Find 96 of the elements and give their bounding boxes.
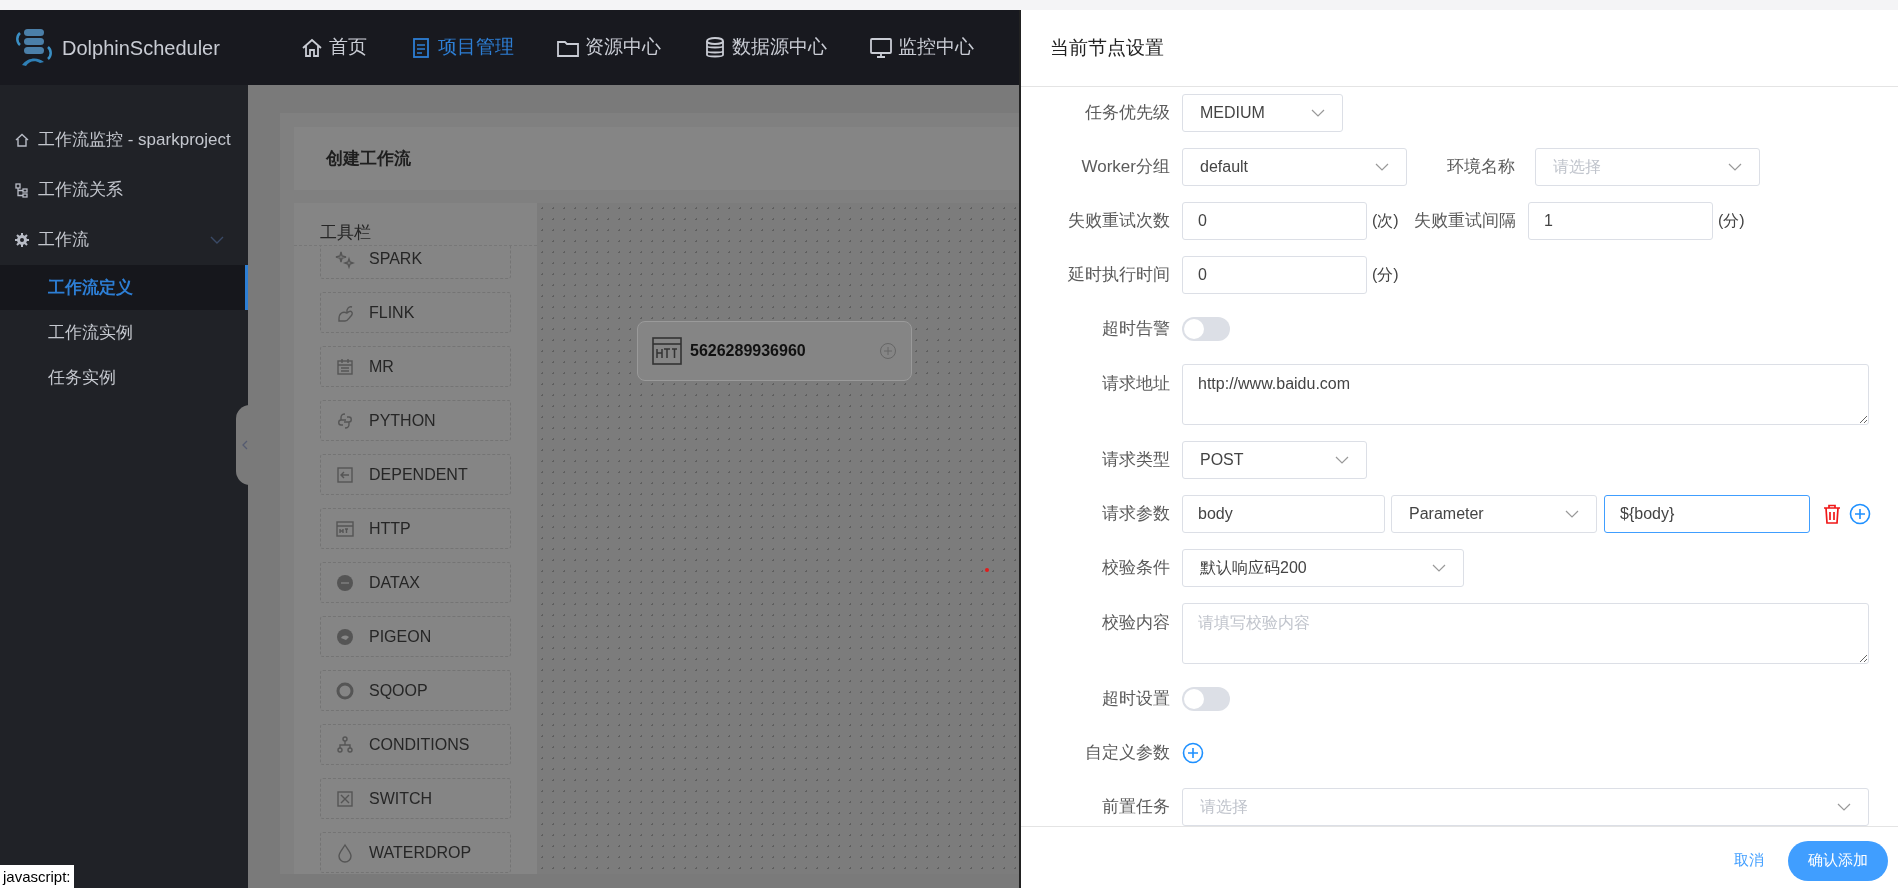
tool-item[interactable]: SWITCH <box>320 778 511 819</box>
field-label: 前置任务 <box>1101 796 1171 819</box>
field-label: 请求地址 <box>1101 373 1171 395</box>
unit-label: (次) <box>1372 211 1400 231</box>
circle-icon <box>335 572 355 593</box>
tool-item[interactable]: WATERDROP <box>320 832 511 873</box>
field-label: 环境名称 <box>1446 156 1516 179</box>
brand-name: DolphinScheduler <box>62 35 220 61</box>
sidebar-subitem[interactable]: 工作流定义 <box>0 265 248 310</box>
select-field[interactable]: POST <box>1182 441 1367 479</box>
input-field[interactable]: ${body} <box>1604 495 1810 533</box>
sidebar-item[interactable]: 工作流监控 - sparkproject <box>0 115 248 165</box>
tool-item[interactable]: PYTHON <box>320 400 511 441</box>
nav-item[interactable]: 首页 <box>300 27 367 68</box>
tool-item[interactable]: DEPENDENT <box>320 454 511 495</box>
field-label: 超时告警 <box>1101 318 1171 341</box>
select-field[interactable]: default <box>1182 148 1407 186</box>
database-icon <box>703 35 727 60</box>
branch-icon <box>335 734 355 755</box>
sidebar-item[interactable]: 工作流关系 <box>0 165 248 215</box>
drawer-title: 当前节点设置 <box>1050 35 1164 60</box>
chevron-down-icon <box>1375 163 1389 171</box>
select-value: Parameter <box>1409 504 1484 524</box>
chevron-down-icon <box>1432 564 1446 572</box>
drop-icon <box>335 842 355 863</box>
sidebar-subitem[interactable]: 任务实例 <box>0 355 248 400</box>
tool-item[interactable]: SPARK <box>320 246 511 279</box>
field-label: 延时执行时间 <box>1067 264 1171 287</box>
field-label: 校验条件 <box>1101 557 1171 580</box>
nav-item[interactable]: 项目管理 <box>409 27 514 68</box>
select-placeholder: 请选择 <box>1200 797 1248 817</box>
switch-icon <box>335 788 355 809</box>
chevron-down-icon <box>1335 456 1349 464</box>
tool-item[interactable]: FLINK <box>320 292 511 333</box>
input-field[interactable]: body <box>1182 495 1385 533</box>
field-label: 失败重试次数 <box>1067 210 1171 233</box>
text-area[interactable]: 请填写校验内容 <box>1182 603 1869 664</box>
gear-icon <box>14 232 30 248</box>
hierarchy-icon <box>14 182 30 198</box>
home-icon <box>14 132 30 148</box>
select-field[interactable]: Parameter <box>1391 495 1597 533</box>
tool-item[interactable]: MR <box>320 346 511 387</box>
field-label: 任务优先级 <box>1084 102 1171 125</box>
select-value: default <box>1200 157 1249 177</box>
chevron-down-icon <box>1728 163 1742 171</box>
nav-item[interactable]: 数据源中心 <box>703 27 827 68</box>
field-label: 校验内容 <box>1101 612 1171 634</box>
sidebar-subitem[interactable]: 工作流实例 <box>0 310 248 355</box>
add-icon <box>1849 503 1871 525</box>
field-label: 请求类型 <box>1101 449 1171 472</box>
toggle-switch[interactable] <box>1182 317 1230 341</box>
chevron-down-icon <box>1837 803 1851 811</box>
calendar-icon <box>335 356 355 377</box>
ring-icon <box>335 680 355 701</box>
tool-item[interactable]: DATAX <box>320 562 511 603</box>
input-field[interactable]: 0 <box>1182 256 1367 294</box>
add-icon <box>1182 742 1204 764</box>
select-value: MEDIUM <box>1200 103 1265 123</box>
select-value: 默认响应码200 <box>1200 558 1307 578</box>
unit-label: (分) <box>1372 265 1400 285</box>
task-node[interactable]: 5626289936960 <box>637 321 912 381</box>
toolbar-title: 工具栏 <box>320 221 371 244</box>
import-icon <box>335 464 355 485</box>
chevron-down-icon <box>1311 109 1325 117</box>
select-value: POST <box>1200 450 1244 470</box>
intertwined-icon <box>335 410 355 431</box>
field-label: Worker分组 <box>1080 156 1171 179</box>
tool-item[interactable]: CONDITIONS <box>320 724 511 765</box>
monitor-icon <box>869 35 893 60</box>
plus-icon <box>879 342 897 360</box>
field-label: 失败重试间隔 <box>1413 210 1517 233</box>
nav-item[interactable]: 监控中心 <box>869 27 974 68</box>
http-icon <box>335 518 355 539</box>
text-area[interactable]: http://www.baidu.com <box>1182 364 1869 425</box>
field-label: 自定义参数 <box>1084 742 1171 765</box>
nav-item[interactable]: 资源中心 <box>556 27 661 68</box>
sidebar-item[interactable]: 工作流 <box>0 215 248 265</box>
field-label: 超时设置 <box>1101 688 1171 711</box>
chevron-left-icon <box>242 440 248 450</box>
select-field[interactable]: 默认响应码200 <box>1182 549 1464 587</box>
tool-item[interactable]: PIGEON <box>320 616 511 657</box>
field-label: 请求参数 <box>1101 503 1171 526</box>
status-tooltip: javascript: <box>0 865 74 888</box>
input-field[interactable]: 0 <box>1182 202 1367 240</box>
chevron-down-icon <box>1565 510 1579 518</box>
select-placeholder: 请选择 <box>1553 157 1601 177</box>
toggle-switch[interactable] <box>1182 687 1230 711</box>
trash-icon <box>1823 504 1841 524</box>
http-icon <box>652 337 682 365</box>
tool-item[interactable]: HTTP <box>320 508 511 549</box>
tool-item[interactable]: SQOOP <box>320 670 511 711</box>
unit-label: (分) <box>1718 211 1746 231</box>
chevron-icon <box>210 235 224 245</box>
page-title: 创建工作流 <box>326 147 411 170</box>
select-field[interactable]: MEDIUM <box>1182 94 1343 132</box>
input-field[interactable]: 1 <box>1528 202 1713 240</box>
